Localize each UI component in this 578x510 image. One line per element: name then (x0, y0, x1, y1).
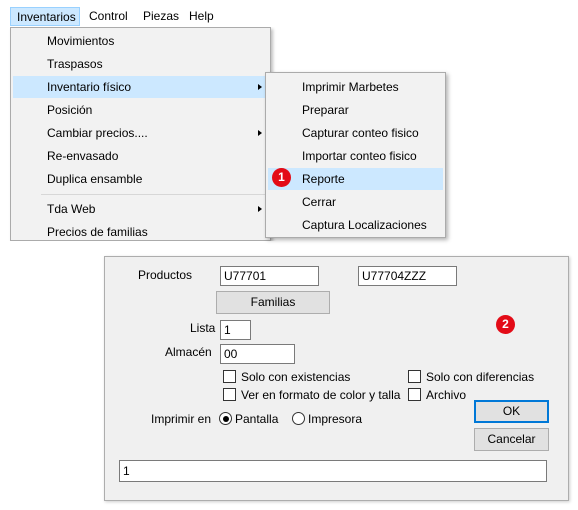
step-badge-2: 2 (496, 315, 515, 334)
menu-item-duplica-ensamble[interactable]: Duplica ensamble (13, 168, 268, 190)
menu-separator (41, 194, 268, 195)
impresora-radio[interactable] (292, 412, 305, 425)
menu-item-label: Duplica ensamble (47, 172, 143, 186)
submenu-item-reporte[interactable]: Reporte (268, 168, 443, 190)
inventario-fisico-submenu: Imprimir Marbetes Preparar Capturar cont… (265, 72, 446, 238)
submenu-item-importar-conteo[interactable]: Importar conteo fisico (268, 145, 443, 167)
inventarios-dropdown: Movimientos Traspasos Inventario físico … (10, 27, 271, 241)
menu-item-label: Inventario físico (47, 80, 132, 94)
menu-item-label: Importar conteo fisico (302, 149, 417, 163)
producto-desde-field[interactable]: U77701 (220, 266, 319, 286)
cancel-button[interactable]: Cancelar (474, 428, 549, 451)
submenu-item-cerrar[interactable]: Cerrar (268, 191, 443, 213)
ok-button[interactable]: OK (474, 400, 549, 423)
lista-field[interactable]: 1 (220, 320, 251, 340)
menu-item-inventario-fisico[interactable]: Inventario físico (13, 76, 268, 98)
producto-hasta-field[interactable]: U77704ZZZ (358, 266, 457, 286)
menu-bar: Inventarios Control Piezas Help (0, 0, 578, 27)
submenu-item-imprimir-marbetes[interactable]: Imprimir Marbetes (268, 76, 443, 98)
menu-inventarios[interactable]: Inventarios (10, 7, 80, 26)
almacen-field[interactable]: 00 (220, 344, 295, 364)
pantalla-label: Pantalla (235, 412, 279, 426)
radio-selected-dot (222, 415, 229, 422)
solo-existencias-label: Solo con existencias (241, 370, 351, 384)
step-badge-1: 1 (272, 168, 291, 187)
submenu-arrow-icon (258, 84, 262, 90)
menu-item-label: Posición (47, 103, 93, 117)
submenu-item-preparar[interactable]: Preparar (268, 99, 443, 121)
submenu-item-capturar-conteo[interactable]: Capturar conteo fisico (268, 122, 443, 144)
menu-item-label: Movimientos (47, 34, 115, 48)
pantalla-radio[interactable] (219, 412, 232, 425)
menu-item-traspasos[interactable]: Traspasos (13, 53, 268, 75)
reporte-dialog: Productos U77701 U77704ZZZ Familias 2 Li… (104, 256, 569, 501)
menu-item-label: Capturar conteo fisico (302, 126, 419, 140)
solo-diferencias-checkbox[interactable] (408, 370, 421, 383)
almacen-label: Almacén (165, 345, 212, 359)
solo-diferencias-label: Solo con diferencias (426, 370, 535, 384)
menu-item-label: Traspasos (47, 57, 103, 71)
menu-item-label: Reporte (302, 172, 345, 186)
formato-color-talla-label: Ver en formato de color y talla (241, 388, 401, 402)
submenu-arrow-icon (258, 206, 262, 212)
submenu-arrow-icon (258, 130, 262, 136)
submenu-item-captura-localizaciones[interactable]: Captura Localizaciones (268, 214, 443, 236)
menu-item-label: Re-envasado (47, 149, 119, 163)
status-field[interactable]: 1 (119, 460, 547, 482)
menu-item-label: Tda Web (47, 202, 96, 216)
menu-help[interactable]: Help (189, 7, 214, 26)
menu-item-label: Preparar (302, 103, 349, 117)
menu-item-label: Precios de familias (47, 225, 148, 239)
menu-item-re-envasado[interactable]: Re-envasado (13, 145, 268, 167)
menu-item-label: Imprimir Marbetes (302, 80, 399, 94)
familias-button[interactable]: Familias (216, 291, 330, 314)
menu-control[interactable]: Control (89, 7, 128, 26)
solo-existencias-checkbox[interactable] (223, 370, 236, 383)
formato-color-talla-checkbox[interactable] (223, 388, 236, 401)
lista-label: Lista (190, 321, 216, 335)
menu-item-cambiar-precios[interactable]: Cambiar precios.... (13, 122, 268, 144)
imprimir-en-label: Imprimir en (151, 412, 212, 426)
menu-item-posicion[interactable]: Posición (13, 99, 268, 121)
productos-label: Productos (138, 268, 193, 282)
archivo-checkbox[interactable] (408, 388, 421, 401)
menu-item-label: Cerrar (302, 195, 337, 209)
archivo-label: Archivo (426, 388, 467, 402)
menu-item-label: Captura Localizaciones (302, 218, 427, 232)
impresora-label: Impresora (308, 412, 363, 426)
menu-item-movimientos[interactable]: Movimientos (13, 30, 268, 52)
menu-item-precios-familias[interactable]: Precios de familias (13, 221, 268, 241)
menu-item-tda-web[interactable]: Tda Web (13, 198, 268, 220)
menu-piezas[interactable]: Piezas (143, 7, 179, 26)
menu-item-label: Cambiar precios.... (47, 126, 148, 140)
